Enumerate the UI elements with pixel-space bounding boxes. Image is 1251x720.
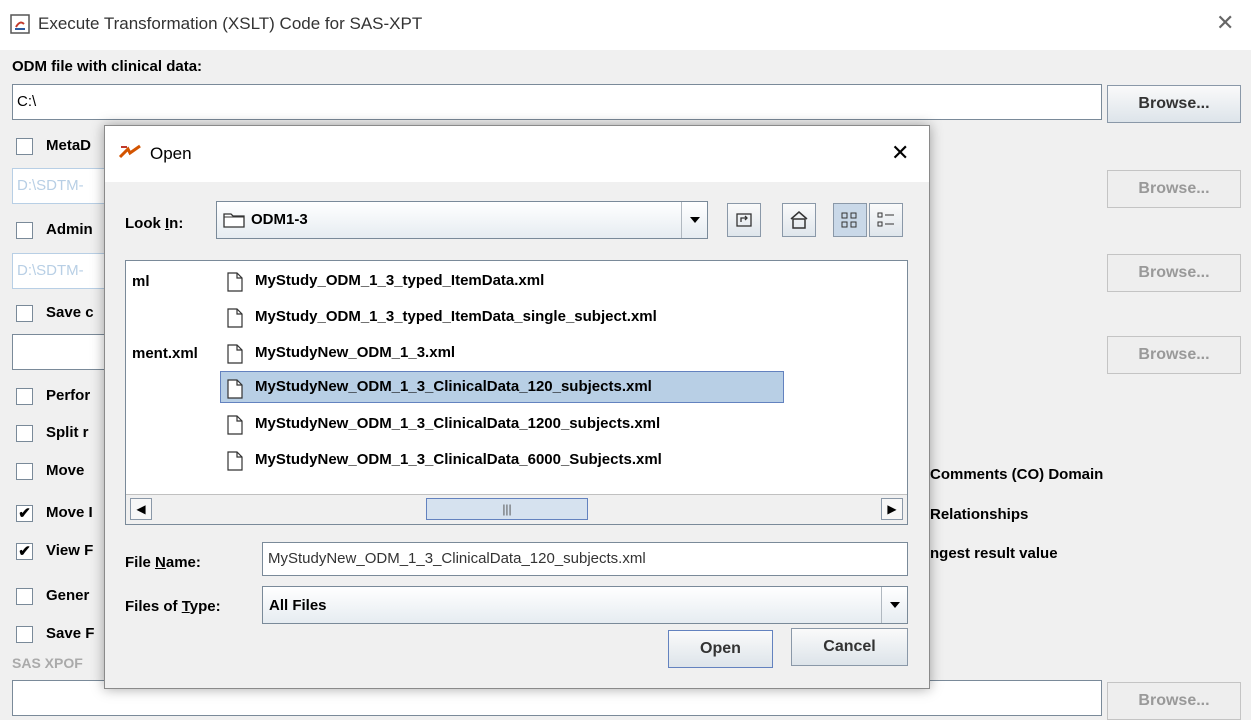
look-in-value: ODM1-3: [251, 211, 308, 228]
list-view-button[interactable]: [833, 203, 867, 237]
admin-path-input[interactable]: D:\SDTM-: [12, 253, 112, 289]
file-icon: [227, 272, 243, 292]
partial-file-item[interactable]: ment.xml: [132, 345, 198, 362]
odm-file-input[interactable]: C:\: [12, 84, 1102, 120]
window-title: Execute Transformation (XSLT) Code for S…: [38, 14, 423, 33]
details-view-button[interactable]: [869, 203, 903, 237]
file-name: MyStudyNew_ODM_1_3_ClinicalData_1200_sub…: [255, 415, 661, 432]
file-name: MyStudyNew_ODM_1_3.xml: [255, 344, 456, 361]
file-list[interactable]: ml ment.xml MyStudy_ODM_1_3_typed_ItemDa…: [125, 260, 908, 525]
files-of-type-combo[interactable]: All Files: [262, 586, 908, 624]
file-item[interactable]: MyStudyNew_ODM_1_3_ClinicalData_1200_sub…: [222, 408, 822, 440]
file-item[interactable]: MyStudyNew_ODM_1_3.xml: [222, 337, 552, 369]
file-item[interactable]: MyStudy_ODM_1_3_typed_ItemData_single_su…: [222, 301, 822, 333]
save-checkbox[interactable]: [16, 305, 33, 322]
open-file-dialog: Open ✕ Look In: ODM1-3 ml ment.xml MyStu…: [104, 125, 930, 689]
look-in-label: Look In:: [125, 215, 184, 232]
file-name-input[interactable]: MyStudyNew_ODM_1_3_ClinicalData_120_subj…: [262, 542, 908, 576]
chevron-down-icon[interactable]: [681, 202, 708, 238]
home-button[interactable]: [782, 203, 816, 237]
sas-browse-button[interactable]: Browse...: [1107, 682, 1241, 720]
comments-domain-label: Comments (CO) Domain: [930, 466, 1104, 483]
file-item[interactable]: MyStudyNew_ODM_1_3_ClinicalData_6000_Sub…: [222, 444, 822, 476]
details-view-icon: [877, 212, 894, 227]
admin-browse-button[interactable]: Browse...: [1107, 254, 1241, 292]
up-folder-icon: [736, 213, 752, 227]
file-icon: [227, 379, 243, 399]
save-path-input[interactable]: [12, 334, 112, 370]
scroll-left-icon[interactable]: ◀: [130, 498, 152, 520]
save-checkbox-label: Save c: [46, 304, 94, 321]
file-name-label: File Name:: [125, 554, 201, 571]
save-f-checkbox-label: Save F: [46, 625, 95, 642]
metadata-checkbox-label: MetaD: [46, 137, 92, 154]
java-app-icon: [10, 14, 30, 34]
look-in-combo[interactable]: ODM1-3: [216, 201, 708, 239]
file-icon: [227, 308, 243, 328]
file-icon: [227, 344, 243, 364]
dialog-titlebar: [105, 126, 929, 182]
move-i-checkbox-label: Move I: [46, 504, 93, 521]
scroll-thumb[interactable]: |||: [426, 498, 588, 520]
odm-browse-button[interactable]: Browse...: [1107, 85, 1241, 123]
move-i-checkbox[interactable]: ✔: [16, 505, 33, 522]
file-icon: [227, 415, 243, 435]
files-of-type-value: All Files: [269, 597, 327, 614]
up-one-level-button[interactable]: [727, 203, 761, 237]
save-f-checkbox[interactable]: [16, 626, 33, 643]
java-cup-icon: [118, 144, 141, 159]
view-checkbox[interactable]: ✔: [16, 543, 33, 560]
generate-checkbox-label: Gener: [46, 587, 90, 604]
file-item-selected[interactable]: MyStudyNew_ODM_1_3_ClinicalData_120_subj…: [220, 371, 784, 403]
admin-checkbox-label: Admin: [46, 221, 93, 238]
file-name: MyStudy_ODM_1_3_typed_ItemData_single_su…: [255, 308, 657, 325]
dialog-title: Open: [150, 144, 192, 163]
metadata-checkbox[interactable]: [16, 138, 33, 155]
file-name: MyStudyNew_ODM_1_3_ClinicalData_120_subj…: [255, 378, 652, 395]
metadata-path-input[interactable]: D:\SDTM-: [12, 168, 112, 204]
move-checkbox-label: Move: [46, 462, 85, 479]
horizontal-scrollbar[interactable]: ◀ ||| ▶: [126, 494, 907, 524]
files-of-type-label: Files of Type:: [125, 598, 221, 615]
dialog-close-icon[interactable]: ✕: [891, 140, 909, 166]
longest-result-label: ngest result value: [930, 545, 1058, 562]
admin-checkbox[interactable]: [16, 222, 33, 239]
split-checkbox-label: Split r: [46, 424, 89, 441]
odm-file-label: ODM file with clinical data:: [12, 58, 203, 75]
file-name: MyStudyNew_ODM_1_3_ClinicalData_6000_Sub…: [255, 451, 662, 468]
relationships-label: Relationships: [930, 506, 1029, 523]
scroll-right-icon[interactable]: ▶: [881, 498, 903, 520]
save-browse-button[interactable]: Browse...: [1107, 336, 1241, 374]
file-name: MyStudy_ODM_1_3_typed_ItemData.xml: [255, 272, 545, 289]
file-item[interactable]: MyStudy_ODM_1_3_typed_ItemData.xml: [222, 265, 682, 297]
chevron-down-icon[interactable]: [881, 587, 908, 623]
metadata-browse-button[interactable]: Browse...: [1107, 170, 1241, 208]
perform-checkbox[interactable]: [16, 388, 33, 405]
file-icon: [227, 451, 243, 471]
generate-checkbox[interactable]: [16, 588, 33, 605]
open-button[interactable]: Open: [668, 630, 773, 668]
view-checkbox-label: View F: [46, 542, 94, 559]
folder-icon: [223, 213, 245, 228]
window-close-icon[interactable]: ✕: [1216, 10, 1234, 36]
home-icon: [790, 211, 808, 229]
perform-checkbox-label: Perfor: [46, 387, 91, 404]
sas-xport-label: SAS XPOF: [12, 655, 83, 671]
partial-file-item[interactable]: ml: [132, 273, 150, 290]
list-view-icon: [841, 212, 857, 228]
move-checkbox[interactable]: [16, 463, 33, 480]
split-checkbox[interactable]: [16, 425, 33, 442]
cancel-button[interactable]: Cancel: [791, 628, 908, 666]
